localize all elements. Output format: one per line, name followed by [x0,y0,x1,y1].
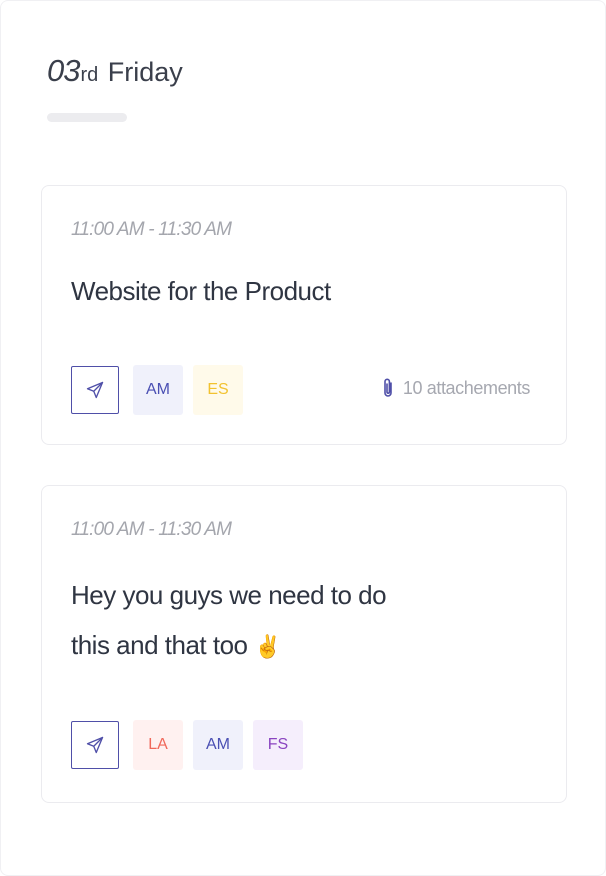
event-actions-row: LA AM FS [71,720,313,770]
schedule-panel: 03rd Friday 11:00 AM - 11:30 AM Website … [0,0,606,876]
event-card[interactable]: 11:00 AM - 11:30 AM Hey you guys we need… [41,485,567,803]
day-heading: 03rd Friday [47,53,183,89]
day-name: Friday [107,57,183,87]
event-message-line: this and that too ✌ [71,620,531,672]
attachments-link[interactable]: 10 attachements [381,377,530,399]
event-message: Hey you guys we need to do this and that… [71,570,531,672]
victory-hand-emoji-icon: ✌ [254,634,282,659]
attachments-label: 10 attachements [402,377,530,398]
avatar-badge[interactable]: FS [253,720,303,770]
event-message-text: this and that too [71,630,248,660]
day-divider-bar [47,113,127,122]
event-card[interactable]: 11:00 AM - 11:30 AM Website for the Prod… [41,185,567,445]
day-number: 03 [47,53,80,88]
event-actions-row: AM ES [71,365,253,415]
event-time: 11:00 AM - 11:30 AM [71,519,232,540]
avatar-badge[interactable]: AM [133,365,183,415]
send-icon [86,381,104,399]
event-title: Website for the Product [71,276,331,306]
send-button[interactable] [71,366,119,414]
day-suffix: rd [80,64,99,86]
avatar-badge[interactable]: ES [193,365,243,415]
avatar-badge[interactable]: AM [193,720,243,770]
avatar-badge[interactable]: LA [133,720,183,770]
send-icon [86,736,104,754]
event-message-line: Hey you guys we need to do [71,580,387,610]
event-time: 11:00 AM - 11:30 AM [71,219,232,240]
send-button[interactable] [71,721,119,769]
paperclip-icon [381,377,395,399]
